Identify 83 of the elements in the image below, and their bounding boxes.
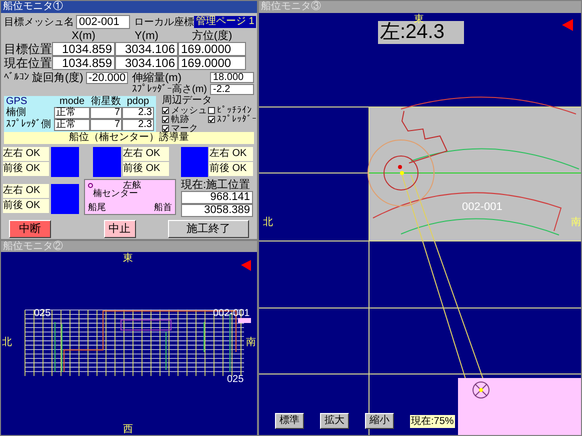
value-cell: 2.3 bbox=[122, 119, 154, 132]
checkbox[interactable]: 軌跡 bbox=[162, 115, 208, 124]
diagram-label: 船首 bbox=[154, 202, 172, 212]
guidance-title-bar: 船位（楠センター）誘導量 bbox=[4, 132, 254, 144]
mesh-label: 002-001 bbox=[462, 202, 502, 213]
group-title: 周辺データ bbox=[162, 96, 213, 106]
row-label: 楠側 bbox=[6, 107, 27, 118]
row-label: 目標位置 bbox=[4, 42, 52, 56]
action-button[interactable]: 中止 bbox=[104, 220, 136, 238]
value-cell: 3034.106 bbox=[115, 42, 178, 56]
value-cell: 169.0000 bbox=[178, 42, 246, 56]
diagram-label: 船尾 bbox=[88, 202, 106, 212]
checkbox[interactable]: メッシュ bbox=[162, 106, 208, 116]
compass-label: 北 bbox=[263, 217, 273, 229]
guidance-status: 左右 OK bbox=[123, 147, 169, 162]
guidance-status: 左右 OK bbox=[3, 147, 49, 162]
value-cell: 1034.859 bbox=[52, 56, 115, 70]
compass-label: 南 bbox=[571, 217, 581, 229]
direction-marker-icon bbox=[562, 19, 573, 31]
guidance-status: 前後 OK bbox=[123, 162, 169, 176]
column-header: 衛星数 bbox=[90, 96, 122, 108]
target-mark-icon bbox=[472, 382, 490, 398]
page-badge: 管理ページ 1 bbox=[194, 16, 256, 28]
compass-label: 南 bbox=[246, 337, 256, 349]
value-cell: 正常 bbox=[54, 107, 90, 120]
field-label: 旋回角(度) bbox=[32, 72, 84, 84]
current-position-field: 3058.389 bbox=[181, 204, 253, 218]
current-position-label: 現在:施工位置 bbox=[181, 179, 252, 192]
column-header: Y(m) bbox=[134, 30, 160, 42]
extension-field[interactable]: 18.000 bbox=[210, 72, 254, 84]
value-cell: 1034.859 bbox=[52, 42, 115, 56]
row-label: ｽﾌﾟﾚｯﾀﾞ側 bbox=[6, 119, 52, 132]
current-position-field: 968.141 bbox=[181, 191, 253, 204]
guidance-status: 前後 OK bbox=[3, 199, 49, 214]
zoom-level-label: 現在:75% bbox=[410, 414, 455, 428]
coordinate-mode-label: ローカル座標 bbox=[134, 16, 194, 30]
value-cell: 7 bbox=[90, 119, 122, 132]
window-title: 船位モニタ② bbox=[1, 241, 257, 252]
window-title: 船位モニタ③ bbox=[259, 1, 581, 13]
zoom-button[interactable]: 拡大 bbox=[320, 413, 349, 429]
slew-angle-field[interactable]: -20.000 bbox=[86, 72, 128, 84]
action-button[interactable]: 中断 bbox=[9, 220, 51, 238]
zoom-button[interactable]: 標準 bbox=[275, 413, 304, 429]
action-button[interactable]: 施工終了 bbox=[168, 220, 249, 238]
grid-label: 025 bbox=[227, 375, 244, 385]
column-header: pdop bbox=[126, 96, 150, 108]
diagram-label: 左舷 bbox=[123, 180, 141, 190]
compass-label: 東 bbox=[123, 253, 133, 265]
guidance-status: 前後 OK bbox=[3, 162, 49, 176]
row-label: 現在位置 bbox=[4, 56, 52, 70]
zoom-button[interactable]: 縮小 bbox=[365, 413, 394, 429]
gps-title: GPS bbox=[6, 96, 28, 108]
checkbox[interactable]: ｽﾌﾟﾚｯﾀﾞｰ bbox=[208, 115, 256, 124]
vessel-marker-drawing bbox=[368, 140, 434, 206]
guidance-indicator bbox=[51, 184, 79, 214]
direction-marker-icon bbox=[241, 260, 251, 271]
column-header: 方位(度) bbox=[190, 30, 234, 42]
guidance-status: 左右 OK bbox=[209, 147, 253, 162]
compass-label: 北 bbox=[2, 337, 12, 349]
field-label: 伸縮量(m) bbox=[132, 72, 182, 84]
checkbox[interactable]: ﾋﾟｯﾁﾗｲﾝ bbox=[208, 106, 256, 116]
field-label: ｽﾌﾟﾚｯﾀﾞｰ高さ(m) bbox=[132, 84, 206, 96]
value-cell: 3034.106 bbox=[115, 56, 178, 70]
guidance-indicator bbox=[181, 147, 208, 178]
value-cell: 正常 bbox=[54, 119, 90, 132]
column-header: mode bbox=[59, 96, 86, 108]
diagram-label: 楠センター bbox=[93, 188, 138, 198]
center-mark-icon bbox=[88, 183, 93, 188]
field-label: ﾍﾞﾙｺﾝ bbox=[4, 72, 29, 84]
value-cell: 2.3 bbox=[122, 107, 154, 120]
mesh-name-field[interactable]: 002-001 bbox=[76, 15, 130, 30]
guidance-status: 前後 OK bbox=[209, 162, 253, 176]
column-header: X(m) bbox=[70, 30, 96, 42]
checkmark-icon bbox=[209, 116, 214, 123]
value-cell: 169.0000 bbox=[178, 56, 246, 70]
guidance-status: 左右 OK bbox=[3, 184, 49, 198]
window-title: 船位モニタ① bbox=[1, 1, 257, 13]
guidance-indicator bbox=[51, 147, 79, 178]
spreader-height-field[interactable]: -2.2 bbox=[210, 84, 254, 96]
value-cell: 7 bbox=[90, 107, 122, 120]
field-label: 目標メッシュ名 bbox=[4, 16, 74, 30]
guidance-indicator bbox=[93, 147, 121, 178]
compass-label: 西 bbox=[123, 424, 133, 435]
